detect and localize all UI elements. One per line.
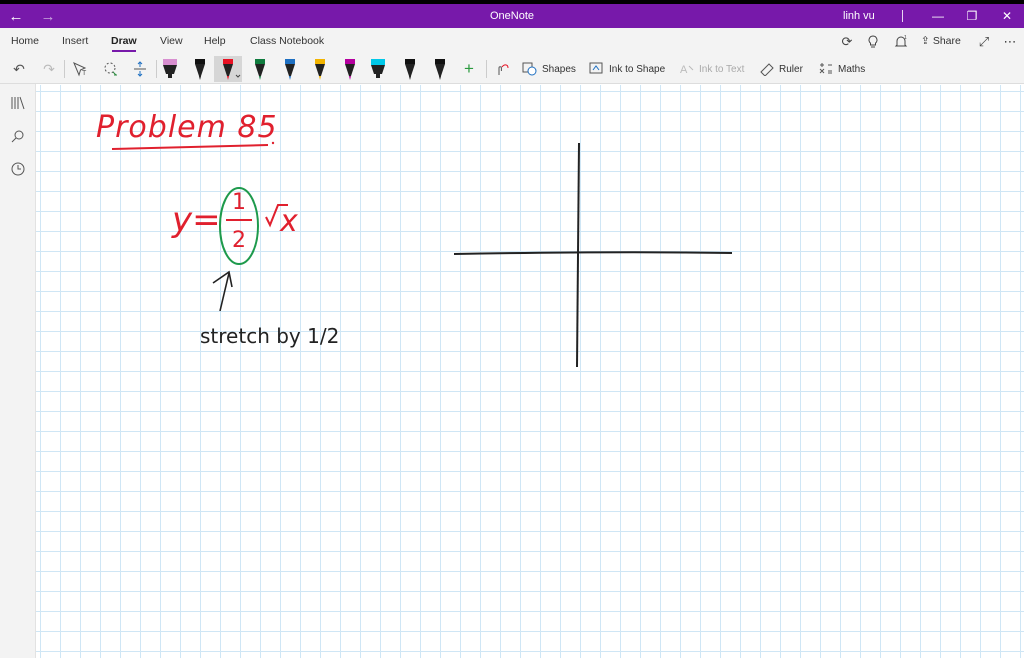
notification-bell-icon[interactable]: 1 <box>890 32 912 52</box>
add-pen-icon[interactable]: + <box>457 57 481 81</box>
recent-clock-icon[interactable] <box>8 159 28 179</box>
add-space-icon[interactable] <box>128 57 152 81</box>
ribbon-tabs: Home Insert Draw View Help Class Noteboo… <box>0 28 1024 54</box>
toolbar-separator <box>486 60 487 78</box>
draw-toolbar: ↶ ↷ T + Shapes Ink to Shape A Ink to Tex… <box>0 54 1024 84</box>
select-text-icon[interactable]: T <box>68 57 92 81</box>
pen-6[interactable] <box>310 56 330 82</box>
close-icon[interactable]: ✕ <box>990 4 1024 28</box>
svg-text:1: 1 <box>904 35 907 41</box>
equation-y: y= <box>171 200 221 240</box>
equation-x: x <box>279 204 298 239</box>
sync-icon[interactable]: ⟳ <box>836 32 858 52</box>
notebooks-icon[interactable] <box>8 93 28 113</box>
lightbulb-icon[interactable] <box>862 32 884 52</box>
y-axis-ink <box>576 142 580 368</box>
maths-label: Maths <box>838 63 866 75</box>
ink-to-text-label: Ink to Text <box>699 63 745 75</box>
maths-icon <box>819 63 832 74</box>
redo-icon[interactable]: ↷ <box>37 57 61 81</box>
ink-to-shape-button[interactable]: Ink to Shape <box>589 62 665 76</box>
tab-draw[interactable]: Draw <box>111 35 137 47</box>
pen-4[interactable] <box>250 56 270 82</box>
pen-1[interactable] <box>160 56 180 82</box>
onenote-window: ← → OneNote linh vu — ❐ ✕ Home Insert Dr… <box>0 4 1024 658</box>
fullscreen-icon[interactable]: ⤢ <box>973 32 995 52</box>
arrow-shaft <box>219 272 230 312</box>
ink-to-shape-icon <box>589 62 603 74</box>
undo-icon[interactable]: ↶ <box>7 57 31 81</box>
equation-denominator: 2 <box>232 228 246 253</box>
arrow-head <box>212 270 233 288</box>
share-button[interactable]: ⇪ Share <box>921 35 961 47</box>
svg-text:T: T <box>82 70 87 77</box>
user-name[interactable]: linh vu <box>843 4 875 28</box>
heading-ink: Problem 85 <box>96 110 278 145</box>
tab-view[interactable]: View <box>160 35 183 47</box>
shapes-button[interactable]: Shapes <box>522 62 576 76</box>
left-navigation <box>0 84 36 658</box>
ink-to-shape-label: Ink to Shape <box>609 63 666 75</box>
maths-button[interactable]: Maths <box>818 62 865 76</box>
ink-to-text-icon: A <box>680 64 694 76</box>
ruler-button[interactable]: Ruler <box>759 62 803 76</box>
pen-8[interactable] <box>368 56 388 82</box>
title-separator <box>902 10 903 22</box>
pen-10[interactable] <box>430 56 450 82</box>
restore-icon[interactable]: ❐ <box>955 4 989 28</box>
equation-ink: y= 1 2 x <box>171 187 298 265</box>
minimize-icon[interactable]: — <box>921 4 955 28</box>
ink-layer: Problem 85 y= 1 2 x stretch by 1/2 <box>96 110 733 368</box>
pen-2[interactable] <box>190 56 210 82</box>
tab-help[interactable]: Help <box>204 35 226 47</box>
equation-numerator: 1 <box>232 190 246 215</box>
heading-dot <box>271 141 275 145</box>
pen-3[interactable] <box>214 56 242 82</box>
x-axis-ink <box>453 251 733 255</box>
pen-7[interactable] <box>340 56 360 82</box>
title-bar: ← → OneNote linh vu — ❐ ✕ <box>0 4 1024 28</box>
more-options-icon[interactable]: ⋯ <box>999 32 1021 52</box>
heading-underline <box>111 144 269 150</box>
tab-insert[interactable]: Insert <box>62 35 88 47</box>
tab-home[interactable]: Home <box>11 35 39 47</box>
note-canvas[interactable]: Problem 85 y= 1 2 x stretch by 1/2 <box>36 85 1024 658</box>
share-label: Share <box>932 35 961 47</box>
ruler-label: Ruler <box>779 63 803 75</box>
pen-9[interactable] <box>400 56 420 82</box>
lasso-select-icon[interactable] <box>98 57 122 81</box>
shapes-icon <box>522 62 537 76</box>
ruler-icon <box>760 63 774 76</box>
ink-to-text-button[interactable]: A Ink to Text <box>679 62 745 77</box>
tab-class-notebook[interactable]: Class Notebook <box>250 35 324 47</box>
toolbar-separator <box>64 60 65 78</box>
share-icon: ⇪ <box>921 35 930 47</box>
touch-draw-icon[interactable] <box>490 57 514 81</box>
toolbar-separator <box>156 60 157 78</box>
active-tab-indicator <box>112 50 136 52</box>
stretch-annotation: stretch by 1/2 <box>200 324 339 348</box>
shapes-label: Shapes <box>542 63 576 75</box>
pen-5[interactable] <box>280 56 300 82</box>
svg-text:A: A <box>680 64 688 76</box>
search-icon[interactable] <box>8 126 28 146</box>
